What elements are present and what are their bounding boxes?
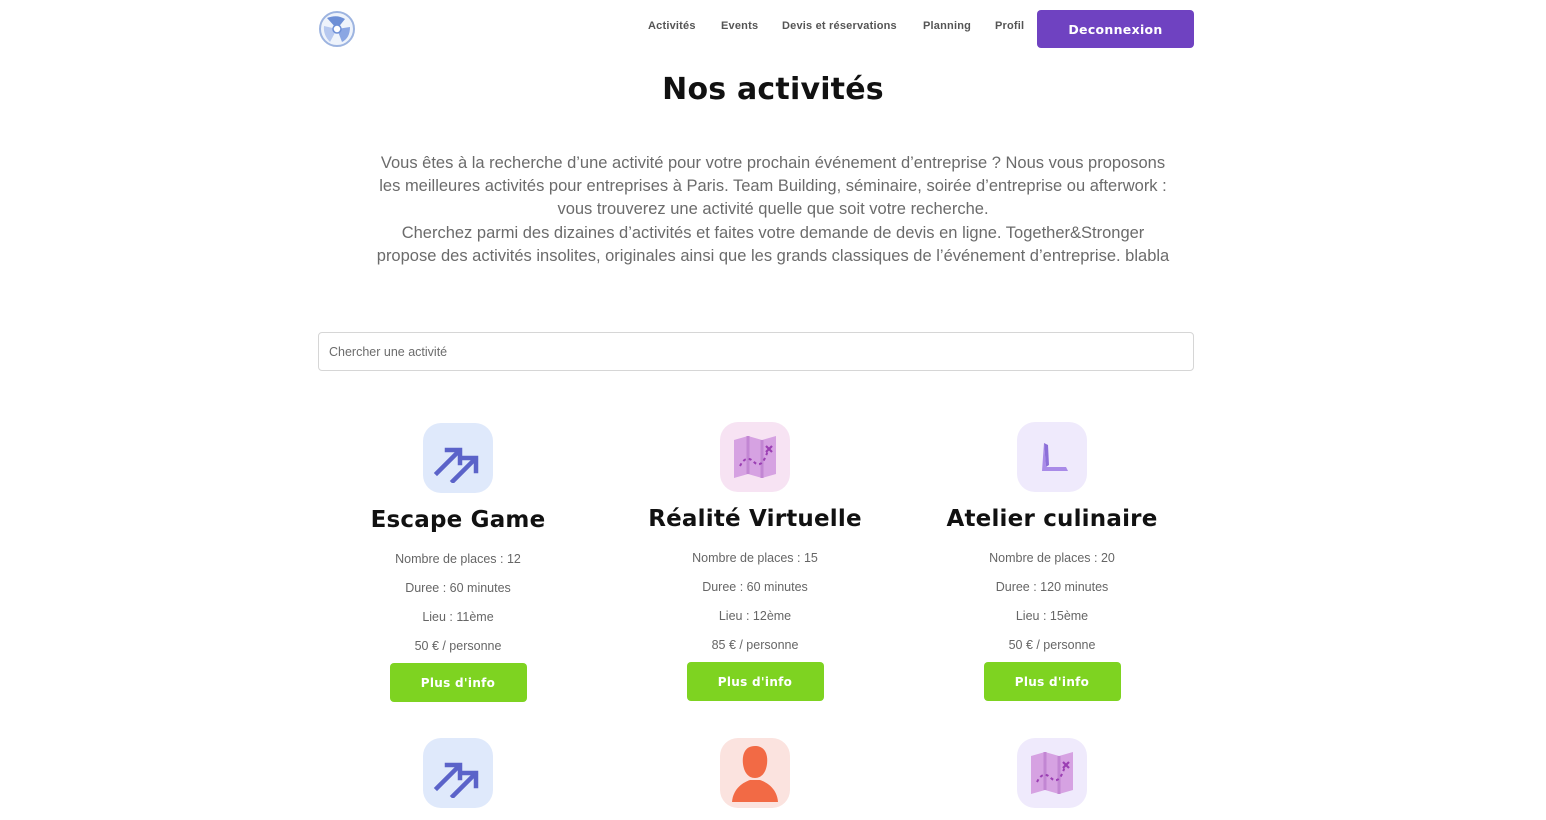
card-price: 50 € / personne	[1008, 638, 1096, 652]
card-duration: Duree : 60 minutes	[702, 580, 808, 594]
activity-card-escape-game: Escape Game Nombre de places : 12 Duree …	[310, 423, 606, 702]
trending-arrows-icon	[423, 738, 493, 808]
activity-card	[310, 738, 606, 808]
logout-button[interactable]: Deconnexion	[1037, 10, 1194, 48]
logo[interactable]	[318, 10, 356, 48]
card-title: Escape Game	[370, 507, 546, 533]
more-info-button[interactable]: Plus d'info	[686, 662, 824, 701]
card-places: Nombre de places : 20	[989, 551, 1115, 565]
card-title: Réalité Virtuelle	[648, 506, 862, 532]
intro-line: propose des activités insolites, origina…	[376, 246, 1170, 265]
intro-line: Cherchez parmi des dizaines d’activités …	[401, 223, 1145, 242]
logo-icon	[319, 11, 355, 47]
intro-line: les meilleures activités pour entreprise…	[379, 177, 1167, 196]
card-info: Nombre de places : 12 Duree : 60 minutes…	[310, 545, 606, 661]
card-places: Nombre de places : 15	[692, 551, 818, 565]
intro-line: vous trouverez une activité quelle que s…	[557, 200, 989, 219]
page-title: Nos activités	[662, 72, 884, 107]
trending-arrows-icon	[423, 423, 493, 493]
more-info-button[interactable]: Plus d'info	[983, 662, 1121, 701]
card-title: Atelier culinaire	[946, 506, 1158, 532]
more-info-button[interactable]: Plus d'info	[389, 663, 527, 702]
card-info: Nombre de places : 15 Duree : 60 minutes…	[607, 544, 903, 660]
person-silhouette-icon	[720, 738, 790, 808]
header: Activités Events Devis et réservations P…	[0, 0, 1546, 58]
card-price: 85 € / personne	[711, 638, 799, 652]
card-info: Nombre de places : 20 Duree : 120 minute…	[904, 544, 1200, 660]
treasure-map-icon	[1017, 738, 1087, 808]
nav-planning[interactable]: Planning	[923, 20, 971, 32]
nav-activites[interactable]: Activités	[648, 20, 696, 32]
activity-card-realite-virtuelle: Réalité Virtuelle Nombre de places : 15 …	[607, 422, 903, 701]
activity-card	[904, 738, 1200, 808]
card-location: Lieu : 15ème	[1015, 609, 1089, 623]
card-location: Lieu : 12ème	[718, 609, 792, 623]
card-places: Nombre de places : 12	[395, 552, 521, 566]
card-price: 50 € / personne	[414, 639, 502, 653]
intro-line: Vous êtes à la recherche d’une activité …	[380, 154, 1166, 172]
card-duration: Duree : 120 minutes	[995, 580, 1109, 594]
activity-card-atelier-culinaire: Atelier culinaire Nombre de places : 20 …	[904, 422, 1200, 701]
card-location: Lieu : 11ème	[422, 610, 494, 624]
card-duration: Duree : 60 minutes	[405, 581, 511, 595]
activity-card	[607, 738, 903, 808]
nav-profil[interactable]: Profil	[995, 20, 1024, 32]
clock-hands-icon	[1017, 422, 1087, 492]
intro-text: Vous êtes à la recherche d’une activité …	[300, 152, 1246, 268]
nav-devis-reservations[interactable]: Devis et réservations	[782, 20, 897, 32]
nav-events[interactable]: Events	[721, 20, 758, 32]
search-input[interactable]	[318, 332, 1194, 371]
treasure-map-icon	[720, 422, 790, 492]
